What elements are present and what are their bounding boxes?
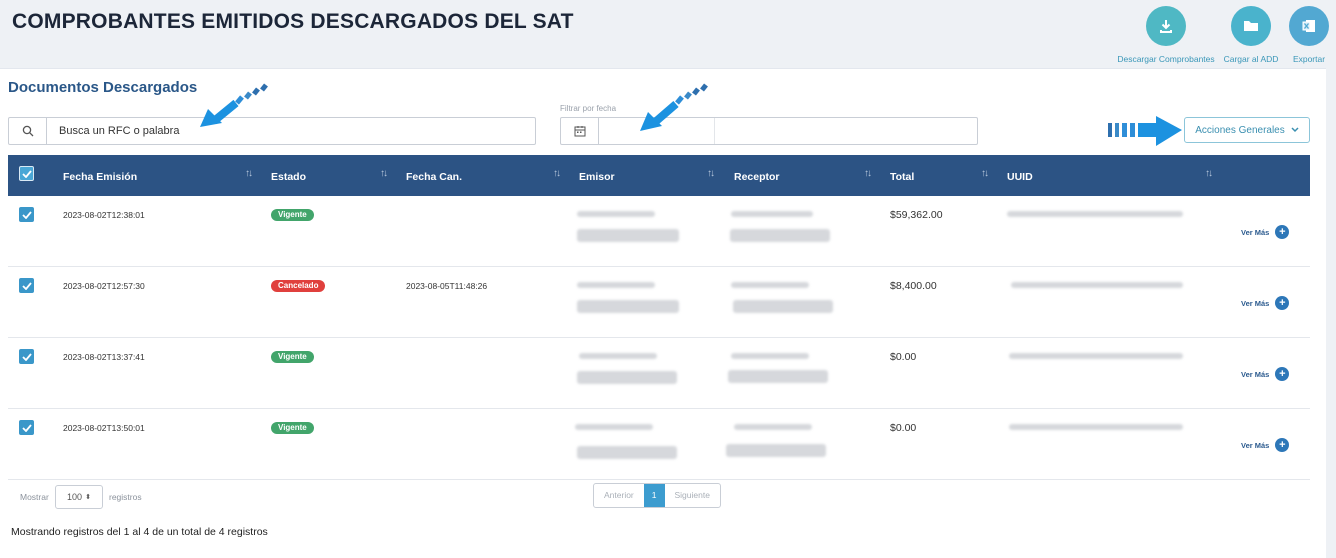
row-checkbox[interactable]: [19, 420, 34, 435]
row-checkbox[interactable]: [19, 349, 34, 364]
pagination: Anterior 1 Siguiente: [593, 483, 721, 508]
col-fecha-can[interactable]: Fecha Can.: [406, 155, 462, 196]
emisor-redacted: [577, 229, 679, 242]
fecha-can: 2023-08-05T11:48:26: [406, 281, 488, 291]
receptor-redacted: [731, 353, 809, 359]
search-text: Busca un RFC o palabra: [59, 125, 180, 137]
table-row[interactable]: 2023-08-02T13:37:41 Vigente $0.00 Ver Má…: [8, 338, 1310, 409]
sort-icon[interactable]: ↑↓: [1205, 168, 1213, 179]
row-checkbox[interactable]: [19, 278, 34, 293]
col-uuid[interactable]: UUID: [1007, 155, 1033, 196]
download-icon: [1146, 6, 1186, 46]
fecha-emision: 2023-08-02T12:57:30: [63, 281, 145, 291]
ver-mas-label: Ver Más: [1241, 227, 1270, 237]
plus-icon: +: [1275, 296, 1290, 310]
uuid-redacted: [1007, 211, 1183, 217]
receptor-redacted: [733, 300, 833, 313]
receptor-redacted: [728, 370, 828, 383]
emisor-redacted: [577, 282, 655, 288]
search-icon: [9, 118, 47, 144]
emisor-redacted: [577, 446, 677, 459]
sort-icon[interactable]: ↑↓: [380, 168, 388, 179]
col-receptor[interactable]: Receptor: [734, 155, 780, 196]
total-value: $0.00: [890, 422, 917, 434]
col-emisor[interactable]: Emisor: [579, 155, 615, 196]
chevron-down-icon: [1291, 127, 1299, 133]
updown-icon: ⬍: [85, 494, 91, 501]
exportar-button[interactable]: Exportar: [1249, 6, 1336, 64]
page-size-select[interactable]: 100 ⬍: [55, 485, 103, 509]
ver-mas-button[interactable]: Ver Más +: [1241, 438, 1290, 452]
plus-icon: +: [1275, 225, 1290, 239]
arrow-right-icon: [1108, 116, 1182, 146]
emisor-redacted: [579, 353, 657, 359]
page-title: COMPROBANTES EMITIDOS DESCARGADOS DEL SA…: [12, 10, 574, 33]
total-value: $0.00: [890, 351, 917, 363]
registros-label: registros: [109, 492, 142, 502]
status-badge: Cancelado: [271, 280, 326, 292]
arrow-pointer-icon: [200, 83, 268, 127]
sort-icon[interactable]: ↑↓: [553, 168, 561, 179]
emisor-redacted: [577, 211, 655, 217]
acciones-generales-dropdown[interactable]: Acciones Generales: [1184, 117, 1310, 143]
sort-icon[interactable]: ↑↓: [707, 168, 715, 179]
status-badge: Vigente: [271, 209, 314, 221]
ver-mas-button[interactable]: Ver Más +: [1241, 367, 1290, 381]
emisor-redacted: [577, 300, 679, 313]
date-filter-label: Filtrar por fecha: [560, 104, 617, 113]
table-row[interactable]: 2023-08-02T12:38:01 Vigente $59,362.00 V…: [8, 196, 1310, 267]
col-total[interactable]: Total: [890, 155, 914, 196]
fecha-emision: 2023-08-02T13:37:41: [63, 352, 145, 362]
excel-icon: [1289, 6, 1329, 46]
emisor-redacted: [577, 371, 677, 384]
records-summary: Mostrando registros del 1 al 4 de un tot…: [11, 526, 268, 538]
plus-icon: +: [1275, 367, 1290, 381]
row-checkbox[interactable]: [19, 207, 34, 222]
uuid-redacted: [1009, 353, 1183, 359]
total-value: $8,400.00: [890, 280, 937, 292]
fecha-emision: 2023-08-02T13:50:01: [63, 423, 145, 433]
pager-page-1[interactable]: 1: [643, 484, 665, 507]
table-header: Fecha Emisión ↑↓ Estado ↑↓ Fecha Can. ↑↓…: [8, 155, 1310, 196]
mostrar-label: Mostrar: [20, 492, 49, 502]
section-title: Documentos Descargados: [8, 79, 198, 96]
receptor-redacted: [734, 424, 812, 430]
ver-mas-label: Ver Más: [1241, 298, 1270, 308]
calendar-icon: [561, 118, 599, 144]
status-badge: Vigente: [271, 422, 314, 434]
fecha-emision: 2023-08-02T12:38:01: [63, 210, 145, 220]
plus-icon: +: [1275, 438, 1290, 452]
sort-icon[interactable]: ↑↓: [981, 168, 989, 179]
pager-prev[interactable]: Anterior: [594, 484, 644, 507]
receptor-redacted: [726, 444, 826, 457]
uuid-redacted: [1009, 424, 1183, 430]
ver-mas-button[interactable]: Ver Más +: [1241, 296, 1290, 310]
exportar-label: Exportar: [1292, 54, 1326, 64]
ver-mas-button[interactable]: Ver Más +: [1241, 225, 1290, 239]
date-filter-input[interactable]: [560, 117, 978, 145]
emisor-redacted: [575, 424, 653, 430]
select-all-checkbox[interactable]: [19, 166, 34, 181]
ver-mas-label: Ver Más: [1241, 369, 1270, 379]
pager-next[interactable]: Siguiente: [665, 484, 720, 507]
total-value: $59,362.00: [890, 209, 943, 221]
acciones-generales-label: Acciones Generales: [1195, 124, 1285, 136]
arrow-pointer-icon-2: [640, 83, 708, 131]
table-row[interactable]: 2023-08-02T13:50:01 Vigente $0.00 Ver Má…: [8, 409, 1310, 480]
documentos-card: Documentos Descargados Busca un RFC o pa…: [0, 68, 1326, 558]
uuid-redacted: [1011, 282, 1183, 288]
receptor-redacted: [731, 282, 809, 288]
sort-icon[interactable]: ↑↓: [864, 168, 872, 179]
status-badge: Vigente: [271, 351, 314, 363]
receptor-redacted: [730, 229, 830, 242]
receptor-redacted: [731, 211, 813, 217]
table-row[interactable]: 2023-08-02T12:57:30 Cancelado 2023-08-05…: [8, 267, 1310, 338]
sort-icon[interactable]: ↑↓: [245, 168, 253, 179]
ver-mas-label: Ver Más: [1241, 440, 1270, 450]
page-size-value: 100: [67, 492, 83, 502]
col-estado[interactable]: Estado: [271, 155, 306, 196]
col-fecha-emision[interactable]: Fecha Emisión: [63, 155, 137, 196]
